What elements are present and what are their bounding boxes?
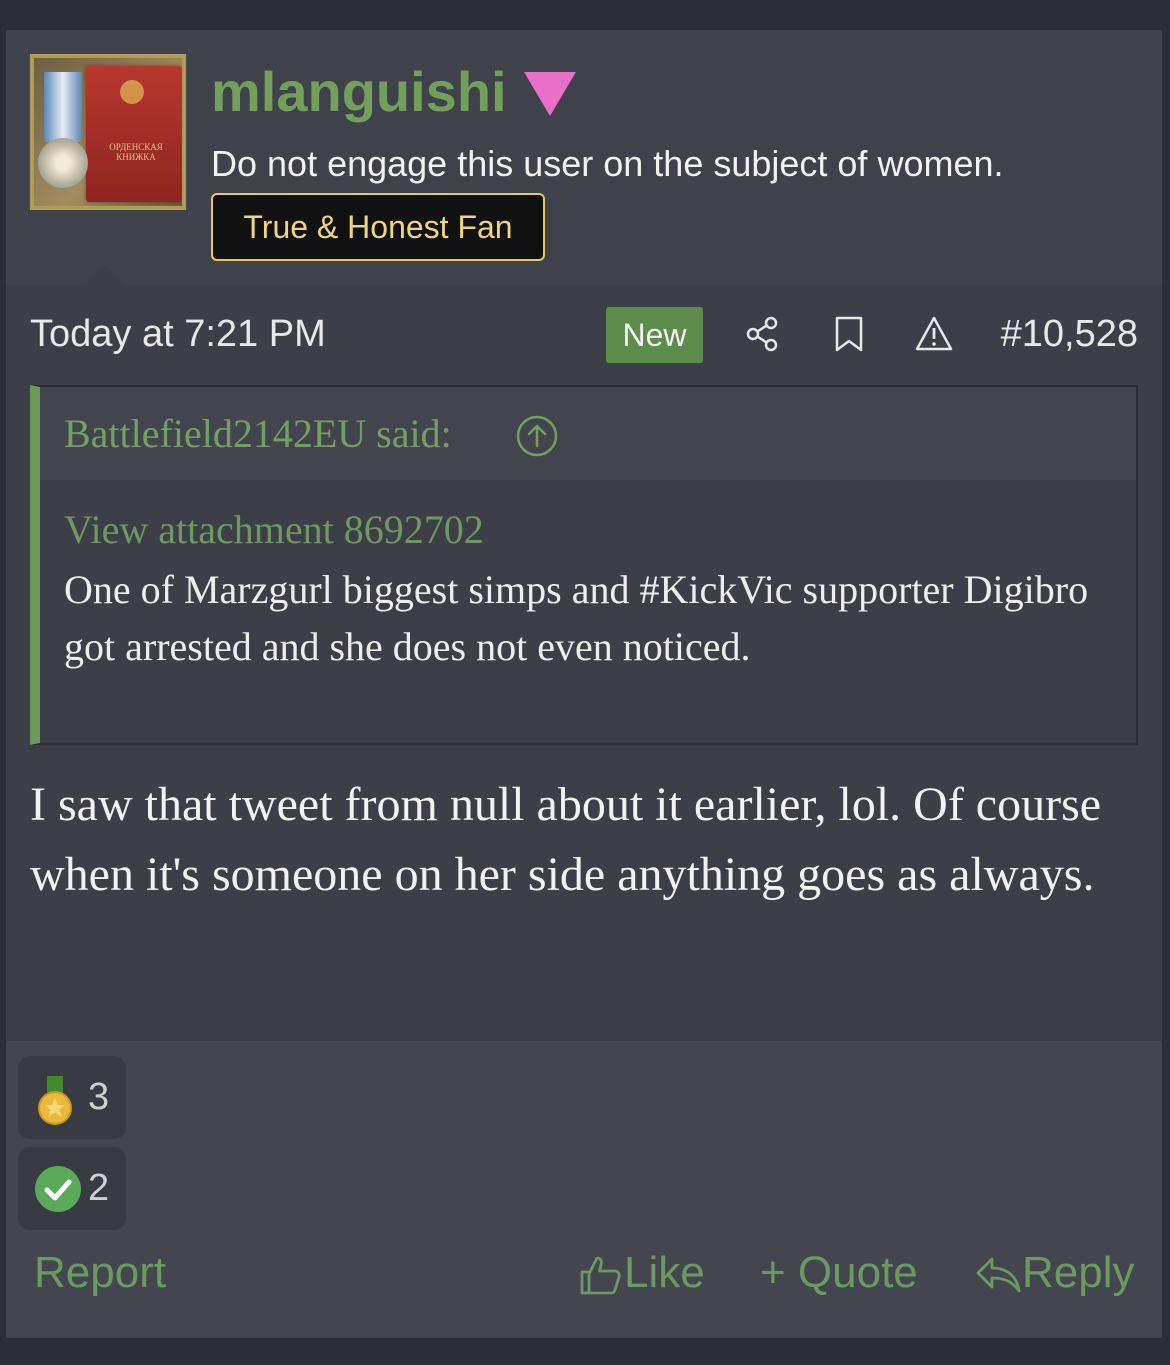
quote-header: Battlefield2142EU said: [40, 387, 1136, 480]
header-pointer [86, 265, 126, 285]
quote-author[interactable]: Battlefield2142EU said: [64, 409, 452, 459]
bookmark-icon[interactable] [829, 314, 869, 354]
reply-label: Reply [1022, 1248, 1135, 1297]
reaction-check[interactable]: 2 [18, 1147, 126, 1230]
like-label: Like [624, 1248, 705, 1297]
username[interactable]: mlanguishi [211, 60, 507, 124]
thumbs-up-icon [580, 1256, 621, 1295]
attachment-link[interactable]: View attachment 8692702 [64, 505, 484, 555]
new-tag: New [606, 307, 703, 363]
reaction-count: 3 [88, 1076, 110, 1118]
report-link[interactable]: Report [34, 1246, 166, 1300]
triangle-marker-icon [524, 72, 576, 116]
medal-icon [38, 1076, 72, 1125]
like-button[interactable]: Like [578, 1246, 705, 1300]
quote-text: One of Marzgurl biggest simps and #KickV… [64, 567, 1089, 669]
post-number[interactable]: #10,528 [1001, 311, 1138, 357]
user-badge: True & Honest Fan [211, 193, 545, 261]
quote-block: Battlefield2142EU said: View attachment … [30, 385, 1138, 745]
avatar-text: ОРДЕНСКАЯ КНИЖКА [109, 142, 163, 162]
reaction-count: 2 [88, 1167, 110, 1209]
warning-icon[interactable] [914, 314, 954, 354]
post-body: I saw that tweet from null about it earl… [30, 778, 1102, 901]
avatar[interactable]: ОРДЕНСКАЯ КНИЖКА [30, 54, 186, 210]
post-card: ОРДЕНСКАЯ КНИЖКА mlanguishi Do not engag… [6, 30, 1162, 1338]
share-icon[interactable] [743, 314, 783, 354]
reply-button[interactable]: Reply [974, 1246, 1135, 1300]
reaction-medal[interactable]: 3 [18, 1056, 126, 1139]
post-date[interactable]: Today at 7:21 PM [30, 311, 326, 357]
quote-button[interactable]: + Quote [760, 1246, 918, 1300]
check-icon [35, 1166, 81, 1212]
post-header: ОРДЕНСКАЯ КНИЖКА mlanguishi Do not engag… [6, 30, 1162, 285]
arrow-up-circle-icon[interactable] [516, 415, 558, 457]
user-title: Do not engage this user on the subject o… [211, 143, 1004, 184]
reply-icon [976, 1257, 1021, 1293]
